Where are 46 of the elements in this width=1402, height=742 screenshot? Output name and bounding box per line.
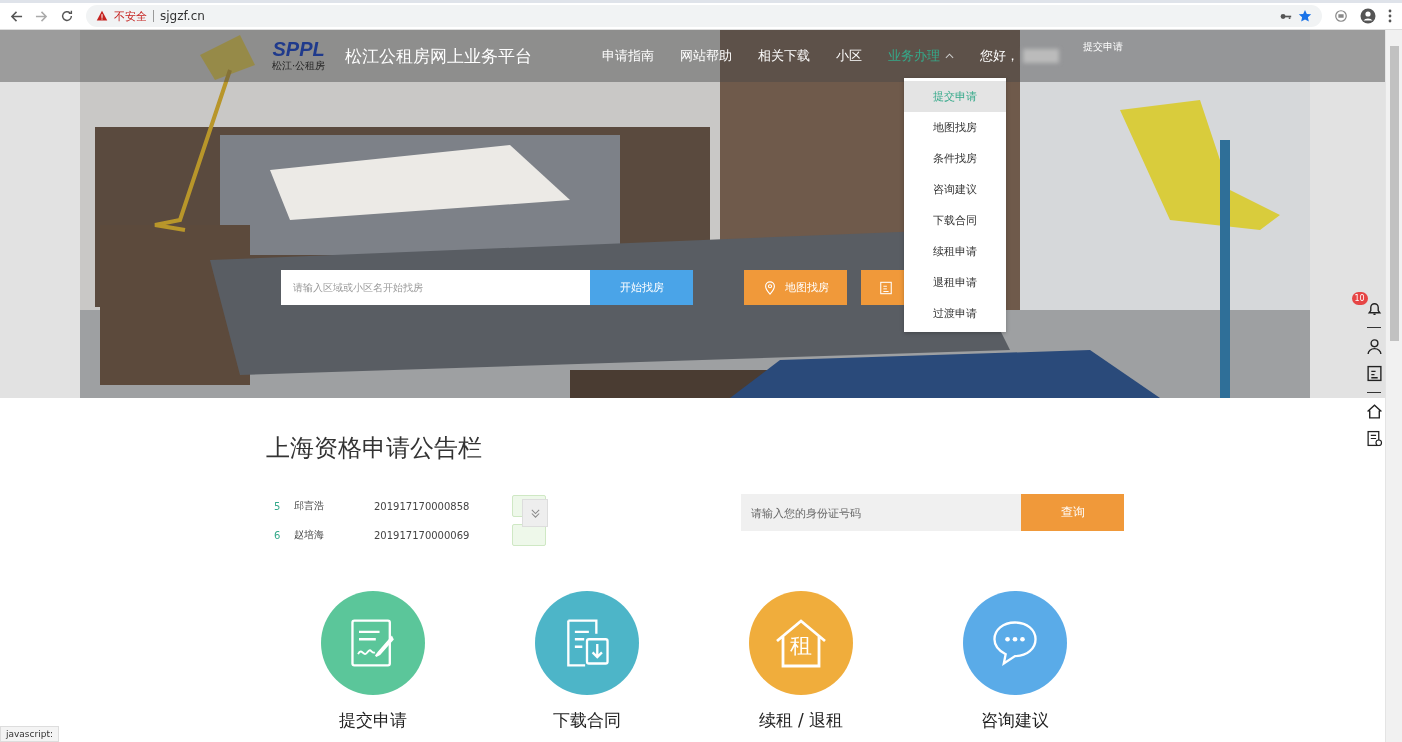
home-icon[interactable] — [1365, 403, 1383, 420]
account-icon[interactable] — [1360, 8, 1376, 24]
service-label: 提交申请 — [339, 709, 407, 732]
applicant-name: 赵培海 — [294, 528, 325, 542]
section-title: 上海资格申请公告栏 — [266, 433, 482, 464]
menu-item[interactable]: 下载合同 — [904, 205, 1006, 236]
star-icon[interactable] — [1298, 9, 1312, 23]
double-chevron-icon — [529, 507, 541, 519]
menu-item[interactable]: 咨询建议 — [904, 174, 1006, 205]
service-label: 咨询建议 — [981, 709, 1049, 732]
status-bar-text: javascript: — [0, 726, 59, 742]
id-number-field[interactable]: 请输入您的身份证号码 — [741, 494, 1021, 531]
menu-icon[interactable] — [1388, 9, 1392, 23]
menu-item[interactable]: 条件找房 — [904, 143, 1006, 174]
scrollbar[interactable] — [1385, 30, 1402, 742]
bell-icon[interactable] — [1365, 300, 1383, 317]
application-number: 201917170000858 — [374, 500, 471, 512]
security-label: 不安全 — [114, 8, 147, 24]
search-field[interactable]: 请输入区域或小区名开始找房 — [281, 270, 590, 305]
row-index: 5 — [273, 500, 282, 512]
back-icon[interactable] — [10, 9, 23, 23]
site-title: 松江公租房网上业务平台 — [345, 44, 533, 68]
row-index: 6 — [273, 529, 282, 541]
location-pin-icon — [762, 279, 777, 296]
settings-document-icon[interactable] — [1365, 430, 1383, 447]
warning-icon — [96, 10, 108, 22]
service-label: 续租 / 退租 — [758, 709, 844, 732]
applicant-name: 邱言浩 — [294, 499, 325, 513]
address-bar[interactable]: 不安全 sjgzf.cn — [86, 5, 1322, 27]
application-number: 201917170000069 — [374, 529, 471, 541]
user-icon[interactable] — [1365, 338, 1383, 355]
nav-link[interactable]: 相关下载 — [758, 47, 811, 65]
menu-item[interactable]: 退租申请 — [904, 267, 1006, 298]
service-label: 下载合同 — [553, 709, 621, 732]
blurred-username — [1023, 49, 1060, 63]
nav-link[interactable]: 小区 — [836, 47, 863, 65]
greeting-text: 您好， — [980, 47, 1020, 65]
menu-item[interactable]: 过渡申请 — [904, 298, 1006, 329]
menu-item[interactable]: 续租申请 — [904, 236, 1006, 267]
document-icon[interactable] — [1365, 365, 1383, 382]
menu-item[interactable]: 地图找房 — [904, 112, 1006, 143]
reload-icon[interactable] — [60, 9, 74, 23]
logo[interactable]: SPPL 松江·公租房 — [272, 39, 326, 73]
document-icon — [879, 279, 893, 296]
extension-icon[interactable] — [1334, 9, 1348, 23]
url-text: sjgzf.cn — [160, 9, 205, 23]
